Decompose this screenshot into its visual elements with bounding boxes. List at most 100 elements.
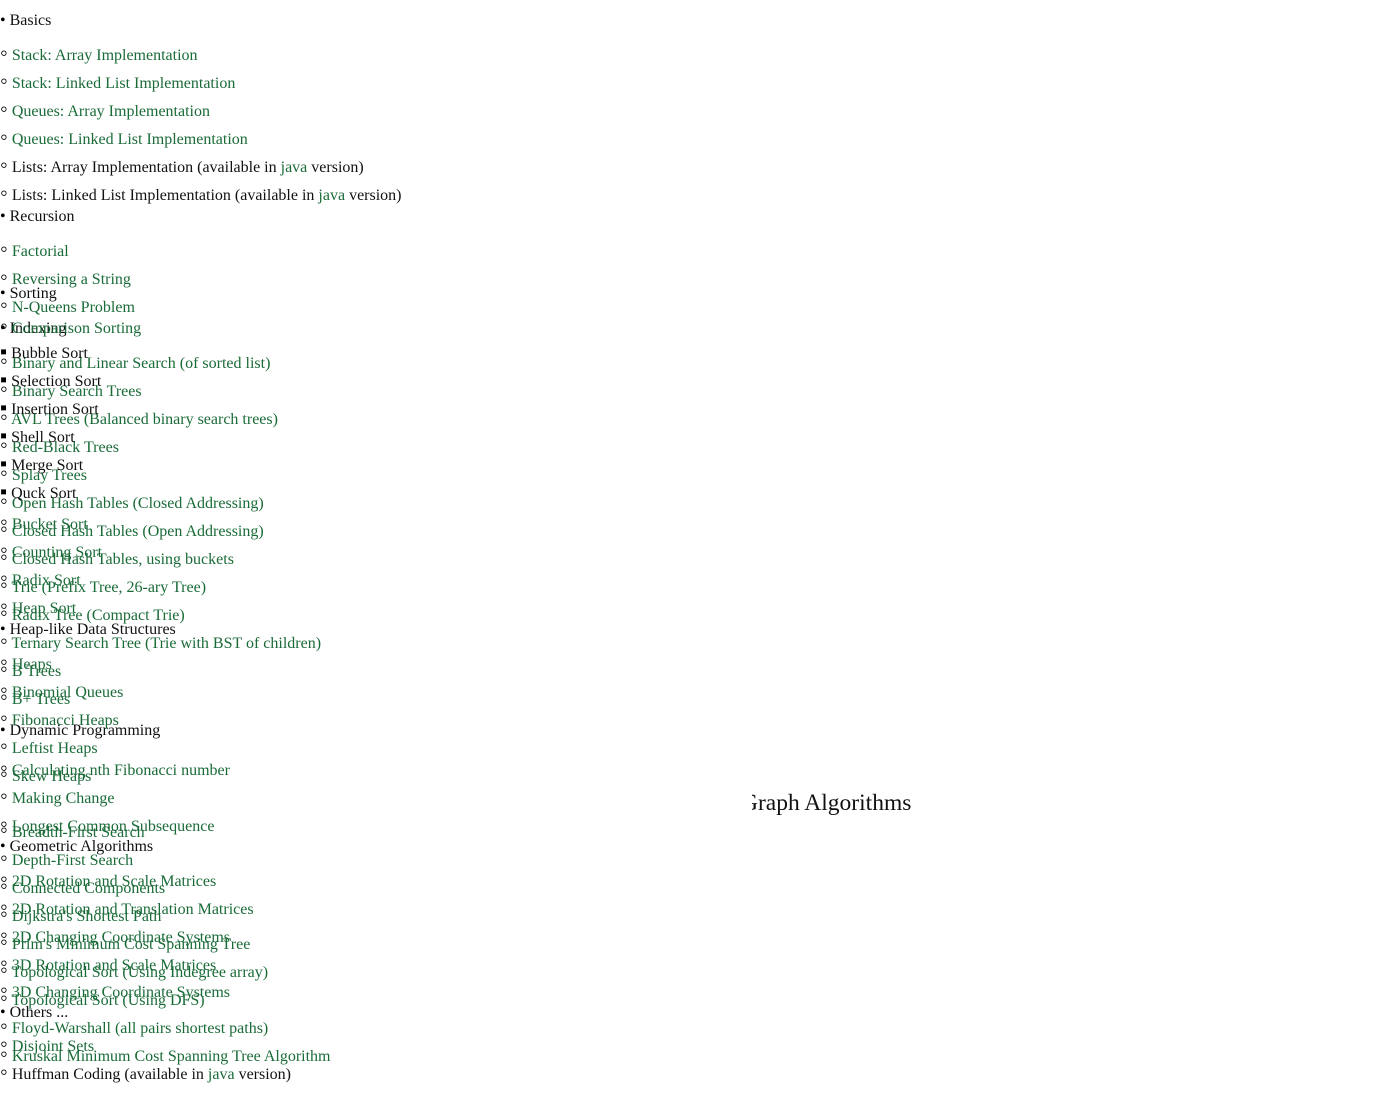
list-item-link[interactable]: Heaps bbox=[0, 649, 1392, 675]
list-item-link[interactable]: Kruskal Minimum Cost Spanning Tree Algor… bbox=[0, 1041, 1392, 1067]
section-heading-label: Sorting bbox=[9, 285, 57, 302]
list-item-link[interactable]: Depth-First Search bbox=[0, 845, 1392, 871]
list-item-label[interactable]: Fibonacci Heaps bbox=[12, 712, 119, 729]
list-item-plain[interactable]: Quck Sort bbox=[0, 481, 1392, 504]
list-item-label[interactable]: Radix Sort bbox=[12, 572, 81, 589]
circle-bullet-icon bbox=[0, 852, 8, 869]
list-item-label: Insertion Sort bbox=[11, 401, 99, 418]
list-item-link[interactable]: Fibonacci Heaps bbox=[0, 705, 1392, 731]
list-item-link[interactable]: Queues: Array Implementation bbox=[0, 96, 700, 122]
list-item-link[interactable]: Skew Heaps bbox=[0, 761, 1392, 787]
list-item-link[interactable]: Factorial bbox=[0, 236, 700, 262]
list-item-label[interactable]: Stack: Array Implementation bbox=[12, 47, 198, 64]
list-item-link[interactable]: Connected Components bbox=[0, 873, 1392, 899]
section-heading-label: Recursion bbox=[9, 208, 75, 225]
list-item-link[interactable]: Prim's Minimum Cost Spanning Tree bbox=[0, 929, 1392, 955]
circle-bullet-icon bbox=[0, 936, 8, 953]
circle-bullet-icon bbox=[0, 712, 8, 729]
list-item-plain[interactable]: Merge Sort bbox=[0, 453, 1392, 476]
square-bullet-icon bbox=[0, 401, 7, 418]
list-item-label[interactable]: Queues: Linked List Implementation bbox=[12, 131, 248, 148]
circle-bullet-icon bbox=[0, 908, 8, 925]
list-item-label[interactable]: Binomial Queues bbox=[12, 684, 124, 701]
list-item-label[interactable]: Stack: Linked List Implementation bbox=[12, 75, 236, 92]
list-item-label[interactable]: Factorial bbox=[12, 243, 69, 260]
list-item-label[interactable]: Kruskal Minimum Cost Spanning Tree Algor… bbox=[12, 1048, 331, 1065]
list-item-label: Selection Sort bbox=[11, 373, 102, 390]
section-heading-label: Basics bbox=[9, 12, 52, 29]
list-item-mixed[interactable]: Lists: Array Implementation (available i… bbox=[0, 152, 700, 178]
circle-bullet-icon bbox=[0, 824, 8, 841]
list-item-label[interactable]: Heaps bbox=[12, 656, 52, 673]
disc-bullet-icon bbox=[0, 285, 6, 302]
circle-bullet-icon bbox=[0, 572, 8, 589]
circle-bullet-icon bbox=[0, 992, 8, 1009]
list-item-link[interactable]: Binomial Queues bbox=[0, 677, 1392, 703]
clipped-text-artifact-label: B+ Trees bbox=[807, 262, 893, 267]
list-item-plain[interactable]: Bubble Sort bbox=[0, 341, 1392, 364]
list-item-label[interactable]: Topological Sort (Using DFS) bbox=[12, 992, 205, 1009]
circle-bullet-icon bbox=[0, 1020, 8, 1037]
list-item-link[interactable]: Comparison Sorting bbox=[0, 313, 1392, 339]
list-item-label[interactable]: Depth-First Search bbox=[12, 852, 133, 869]
list-item-link[interactable]: Radix Sort bbox=[0, 565, 1392, 591]
list-item-label[interactable]: Making Change bbox=[12, 790, 115, 807]
circle-bullet-icon bbox=[0, 75, 8, 92]
circle-bullet-icon bbox=[0, 103, 8, 120]
square-bullet-icon bbox=[0, 345, 7, 362]
list-item-link[interactable]: Bucket Sort bbox=[0, 509, 1392, 535]
section-heading-label: Graph Algorithms bbox=[752, 790, 912, 816]
square-bullet-icon bbox=[0, 429, 7, 446]
list-item-plain[interactable]: Shell Sort bbox=[0, 425, 1392, 448]
list-item-label[interactable]: Counting Sort bbox=[12, 544, 102, 561]
list-item-link[interactable]: Leftist Heaps bbox=[0, 733, 1392, 759]
square-bullet-icon bbox=[0, 457, 7, 474]
list-item-label[interactable]: Skew Heaps bbox=[12, 768, 92, 785]
list-item-prefix: Lists: Array Implementation (available i… bbox=[11, 159, 281, 176]
list-item-link[interactable]: Counting Sort bbox=[0, 537, 1392, 563]
circle-bullet-icon bbox=[0, 516, 8, 533]
list-item-suffix: version) bbox=[345, 187, 402, 204]
list-item-label[interactable]: Prim's Minimum Cost Spanning Tree bbox=[12, 936, 250, 953]
circle-bullet-icon bbox=[0, 880, 8, 897]
section-heading-recursion: Recursion bbox=[0, 208, 700, 226]
section-heading-label: Heap-like Data Structures bbox=[9, 621, 176, 638]
disc-bullet-icon bbox=[0, 12, 6, 29]
list-item-link[interactable]: Dijkstra's Shortest Path bbox=[0, 901, 1392, 927]
list-item-link[interactable]: Queues: Linked List Implementation bbox=[0, 124, 700, 150]
list-item-link[interactable]: Heap Sort bbox=[0, 593, 1392, 619]
java-version-link[interactable]: java bbox=[281, 159, 308, 176]
list-item-label[interactable]: Dijkstra's Shortest Path bbox=[12, 908, 162, 925]
circle-bullet-icon bbox=[0, 1048, 8, 1065]
list-item-label[interactable]: Leftist Heaps bbox=[12, 740, 98, 757]
list-item-label[interactable]: Breadth-First Search bbox=[12, 824, 145, 841]
java-version-link[interactable]: java bbox=[318, 187, 345, 204]
list-item-label[interactable]: Comparison Sorting bbox=[12, 320, 141, 337]
list-item-link[interactable]: Breadth-First Search bbox=[0, 817, 1392, 843]
list-item-label[interactable]: Bucket Sort bbox=[12, 516, 88, 533]
list-item-label[interactable]: Heap Sort bbox=[12, 600, 76, 617]
section-heading-heap-like-data-structures: Heap-like Data Structures bbox=[0, 621, 1392, 639]
clipped-text-artifact: B+ Trees bbox=[807, 262, 937, 267]
list-item-plain[interactable]: Selection Sort bbox=[0, 369, 1392, 392]
list-item-link[interactable]: Topological Sort (Using Indegree array) bbox=[0, 957, 1392, 983]
circle-bullet-icon bbox=[0, 320, 8, 337]
list-item-link[interactable]: Topological Sort (Using DFS) bbox=[0, 985, 1392, 1011]
list-item-plain[interactable]: Insertion Sort bbox=[0, 397, 1392, 420]
section-heading-sorting: Sorting bbox=[0, 285, 1392, 303]
list-item-mixed[interactable]: Lists: Linked List Implementation (avail… bbox=[0, 180, 700, 206]
square-bullet-icon bbox=[0, 485, 7, 502]
circle-bullet-icon bbox=[0, 187, 8, 204]
list-item-link[interactable]: Stack: Array Implementation bbox=[0, 40, 700, 66]
list-item-label[interactable]: Floyd-Warshall (all pairs shortest paths… bbox=[12, 1020, 268, 1037]
list-item-label[interactable]: Topological Sort (Using Indegree array) bbox=[12, 964, 269, 981]
list-item-label: Bubble Sort bbox=[11, 345, 88, 362]
circle-bullet-icon bbox=[0, 243, 8, 260]
list-item-link[interactable]: Stack: Linked List Implementation bbox=[0, 68, 700, 94]
list-item-link[interactable]: Floyd-Warshall (all pairs shortest paths… bbox=[0, 1013, 1392, 1039]
list-item-label[interactable]: Queues: Array Implementation bbox=[12, 103, 210, 120]
circle-bullet-icon bbox=[0, 740, 8, 757]
section-heading-basics: Basics bbox=[0, 12, 700, 30]
list-item-label[interactable]: Connected Components bbox=[12, 880, 165, 897]
circle-bullet-icon bbox=[0, 684, 8, 701]
